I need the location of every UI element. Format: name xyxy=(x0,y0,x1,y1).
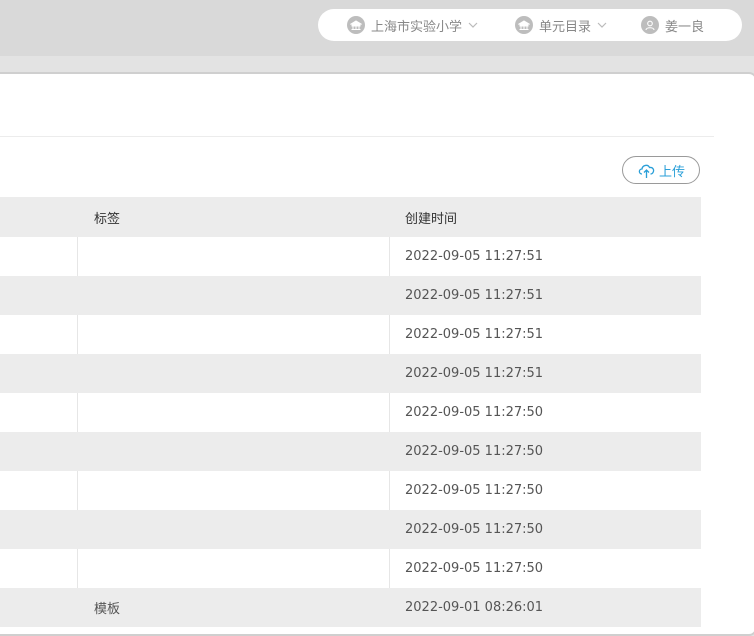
upload-button[interactable]: 上传 xyxy=(622,156,700,184)
table-row[interactable]: 2022-09-05 11:27:50 xyxy=(0,510,701,549)
created-cell: 2022-09-05 11:27:50 xyxy=(405,483,544,498)
created-cell: 2022-09-05 11:27:51 xyxy=(405,288,544,303)
created-cell: 2022-09-05 11:27:50 xyxy=(405,444,544,459)
table-header: 标签 创建时间 xyxy=(0,197,701,237)
table-row[interactable]: 模板 2022-09-01 08:26:01 xyxy=(0,588,701,627)
user-name: 姜一良 xyxy=(665,19,705,35)
table-row[interactable]: 2022-09-05 11:27:50 xyxy=(0,471,701,510)
created-cell: 2022-09-05 11:27:51 xyxy=(405,327,544,342)
created-cell: 2022-09-05 11:27:50 xyxy=(405,522,544,537)
cloud-upload-icon xyxy=(638,164,655,178)
table-row[interactable]: 2022-09-05 11:27:51 xyxy=(0,237,701,276)
created-cell: 2022-09-05 11:27:51 xyxy=(405,249,544,264)
tag-cell: 模板 xyxy=(94,602,121,617)
chevron-down-icon xyxy=(597,22,607,28)
school-icon xyxy=(347,16,365,34)
created-cell: 2022-09-01 08:26:01 xyxy=(405,600,544,615)
table-row[interactable]: 2022-09-05 11:27:51 xyxy=(0,315,701,354)
created-cell: 2022-09-05 11:27:50 xyxy=(405,405,544,420)
divider xyxy=(0,136,714,137)
unit-icon xyxy=(515,16,533,34)
unit-label: 单元目录 xyxy=(539,19,592,35)
school-selector[interactable]: 上海市实验小学 xyxy=(347,9,478,41)
table-row[interactable]: 2022-09-05 11:27:50 xyxy=(0,549,701,588)
unit-selector[interactable]: 单元目录 xyxy=(515,9,607,41)
user-menu[interactable]: 姜一良 xyxy=(641,9,704,41)
chevron-down-icon xyxy=(468,22,478,28)
table-row[interactable]: 2022-09-05 11:27:50 xyxy=(0,393,701,432)
created-cell: 2022-09-05 11:27:51 xyxy=(405,366,544,381)
file-table: 标签 创建时间 2022-09-05 11:27:51 2022-09-05 1… xyxy=(0,197,701,627)
school-label: 上海市实验小学 xyxy=(371,19,463,35)
top-bar: 上海市实验小学 单元目录 姜一良 xyxy=(0,0,754,56)
top-nav-pill: 上海市实验小学 单元目录 姜一良 xyxy=(318,9,742,41)
column-header-created[interactable]: 创建时间 xyxy=(405,197,457,237)
column-header-tag[interactable]: 标签 xyxy=(94,197,120,237)
user-icon xyxy=(641,16,659,34)
created-cell: 2022-09-05 11:27:50 xyxy=(405,561,544,576)
table-row[interactable]: 2022-09-05 11:27:51 xyxy=(0,354,701,393)
table-row[interactable]: 2022-09-05 11:27:50 xyxy=(0,432,701,471)
upload-label: 上传 xyxy=(658,164,685,180)
table-row[interactable]: 2022-09-05 11:27:51 xyxy=(0,276,701,315)
